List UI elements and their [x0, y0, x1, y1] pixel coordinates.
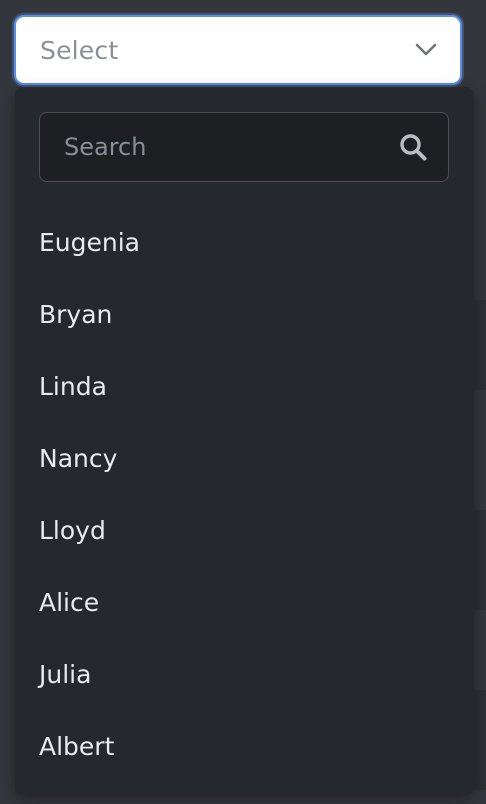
- chevron-down-icon: [414, 38, 438, 62]
- option-item[interactable]: Lloyd: [15, 495, 474, 567]
- background-strip: [474, 300, 486, 390]
- search-icon[interactable]: [398, 132, 428, 162]
- search-field[interactable]: [39, 112, 449, 182]
- background-strip: [474, 510, 486, 610]
- background-strip: [474, 690, 486, 790]
- option-list: Eugenia Bryan Linda Nancy Lloyd Alice Ju…: [15, 207, 474, 783]
- select-dropdown-trigger[interactable]: Select: [14, 15, 462, 85]
- page: Select Eugenia Bryan Linda Nancy Lloyd A…: [0, 0, 486, 804]
- option-item[interactable]: Julia: [15, 639, 474, 711]
- option-item[interactable]: Bryan: [15, 279, 474, 351]
- option-item[interactable]: Linda: [15, 351, 474, 423]
- select-placeholder: Select: [40, 35, 119, 65]
- option-item[interactable]: Albert: [15, 711, 474, 783]
- option-item[interactable]: Nancy: [15, 423, 474, 495]
- option-item[interactable]: Alice: [15, 567, 474, 639]
- dropdown-menu: Eugenia Bryan Linda Nancy Lloyd Alice Ju…: [15, 87, 474, 795]
- search-input[interactable]: [64, 133, 398, 161]
- option-item[interactable]: Eugenia: [15, 207, 474, 279]
